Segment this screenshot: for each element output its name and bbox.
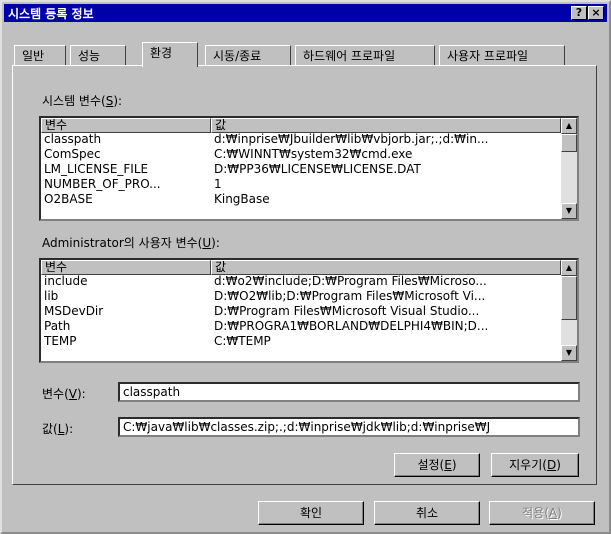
- column-header-variable[interactable]: 변수: [41, 118, 211, 133]
- close-button[interactable]: ×: [588, 6, 604, 20]
- close-icon: ×: [591, 6, 601, 19]
- help-icon: ?: [575, 6, 583, 19]
- tab-user-profiles[interactable]: 사용자 프로파일: [439, 45, 565, 65]
- down-arrow-icon: ▼: [565, 206, 573, 215]
- system-variables-list[interactable]: 변수 값 classpath d:₩inprise₩Jbuilder₩lib₩vb…: [39, 116, 579, 221]
- tab-environment[interactable]: 환경: [142, 42, 198, 67]
- scroll-down-button[interactable]: ▼: [561, 345, 577, 361]
- system-properties-window: 시스템 등록 정보 ? × 일반 성능 환경 시동/종료 하드웨어 프로파일 사…: [0, 0, 611, 534]
- variable-name-input[interactable]: classpath: [118, 382, 580, 402]
- help-button[interactable]: ?: [571, 6, 587, 20]
- list-item[interactable]: MSDevDir D:₩Program Files₩Microsoft Visua…: [41, 304, 577, 319]
- value-label: 값(L):: [42, 422, 74, 436]
- list-item[interactable]: include d:₩o2₩include;D:₩Program Files₩Mi…: [41, 274, 577, 289]
- scroll-up-button[interactable]: ▲: [561, 260, 577, 276]
- list-item[interactable]: classpath d:₩inprise₩Jbuilder₩lib₩vbjorb.…: [41, 132, 577, 147]
- list-item[interactable]: TEMP C:₩TEMP: [41, 334, 577, 349]
- user-variables-list[interactable]: 변수 값 include d:₩o2₩include;D:₩Program Fil…: [39, 258, 579, 363]
- tab-performance[interactable]: 성능: [70, 45, 126, 65]
- system-variables-label: 시스템 변수(S):: [42, 94, 123, 108]
- list-item[interactable]: LM_LICENSE_FILE D:₩PP36₩LICENSE₩LICENSE.D…: [41, 162, 577, 177]
- up-arrow-icon: ▲: [565, 263, 573, 272]
- down-arrow-icon: ▼: [565, 348, 573, 357]
- scrollbar-thumb[interactable]: [561, 134, 577, 152]
- variable-value-input[interactable]: C:₩java₩lib₩classes.zip;.;d:₩inprise₩jdk…: [118, 417, 580, 437]
- set-button[interactable]: 설정(E): [394, 453, 480, 477]
- apply-button: 적용(A): [489, 501, 595, 525]
- tab-startup-shutdown[interactable]: 시동/종료: [205, 45, 291, 65]
- up-arrow-icon: ▲: [565, 121, 573, 130]
- tab-hardware-profiles[interactable]: 하드웨어 프로파일: [295, 45, 435, 65]
- list-item[interactable]: ComSpec C:₩WINNT₩system32₩cmd.exe: [41, 147, 577, 162]
- list-header: 변수 값: [41, 260, 577, 275]
- list-item[interactable]: NUMBER_OF_PRO... 1: [41, 177, 577, 192]
- user-variables-label: Administrator의 사용자 변수(U):: [42, 236, 220, 250]
- list-item[interactable]: Path D:₩PROGRA1₩BORLAND₩DELPHI4₩BIN;D...: [41, 319, 577, 334]
- vertical-scrollbar[interactable]: ▲ ▼: [561, 118, 577, 219]
- variable-label: 변수(V):: [42, 387, 86, 401]
- list-header: 변수 값: [41, 118, 577, 133]
- list-item[interactable]: O2BASE KingBase: [41, 192, 577, 207]
- scroll-up-button[interactable]: ▲: [561, 118, 577, 134]
- vertical-scrollbar[interactable]: ▲ ▼: [561, 260, 577, 361]
- column-header-value[interactable]: 값: [211, 260, 561, 275]
- window-title: 시스템 등록 정보: [8, 6, 94, 21]
- ok-button[interactable]: 확인: [258, 501, 364, 525]
- scrollbar-thumb[interactable]: [561, 276, 577, 320]
- cancel-button[interactable]: 취소: [374, 501, 480, 525]
- title-bar[interactable]: 시스템 등록 정보 ? ×: [4, 4, 607, 22]
- list-item[interactable]: lib D:₩O2₩lib;D:₩Program Files₩Microsoft …: [41, 289, 577, 304]
- column-header-value[interactable]: 값: [211, 118, 561, 133]
- tab-general[interactable]: 일반: [14, 45, 66, 65]
- scroll-down-button[interactable]: ▼: [561, 203, 577, 219]
- column-header-variable[interactable]: 변수: [41, 260, 211, 275]
- delete-button[interactable]: 지우기(D): [491, 453, 579, 477]
